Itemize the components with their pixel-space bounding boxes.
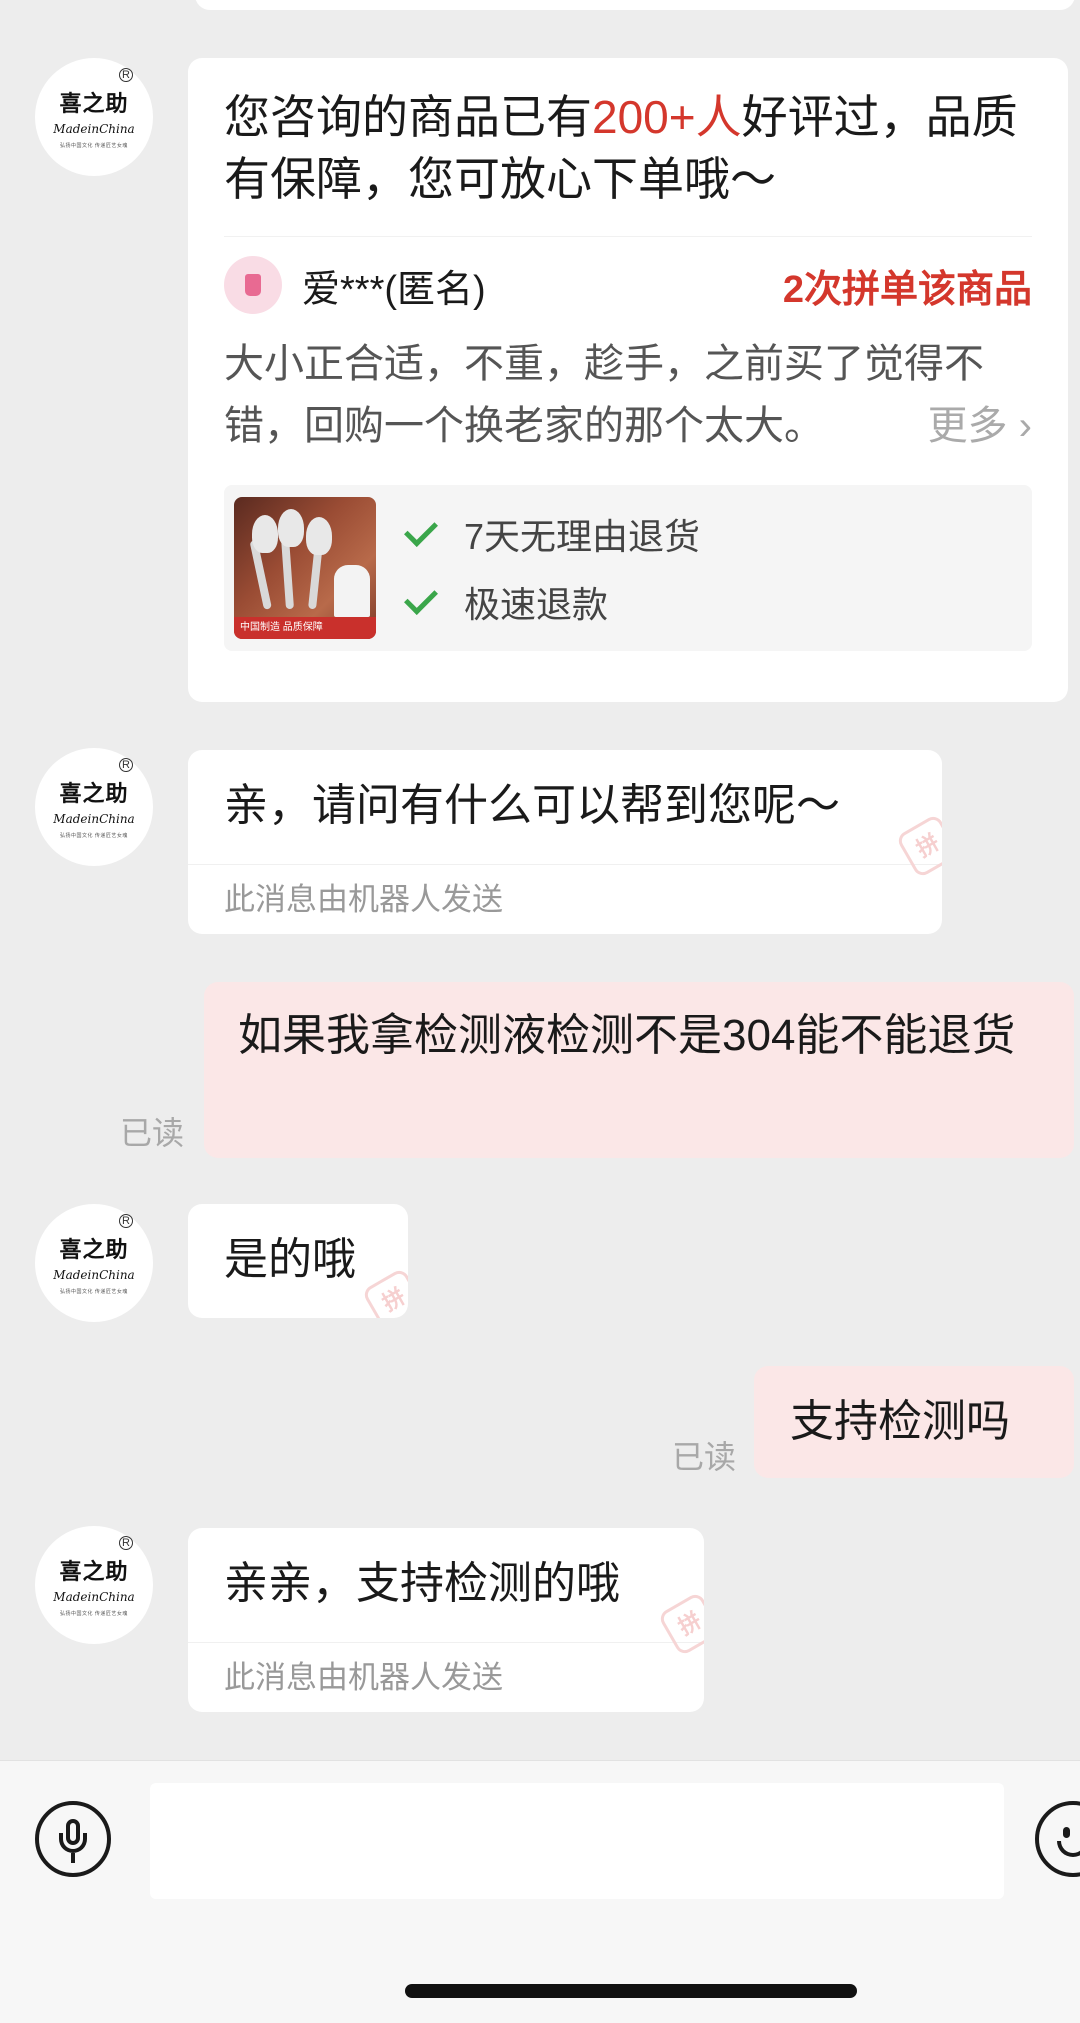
- product-thumbnail[interactable]: 中国制造 品质保障: [234, 497, 376, 639]
- voice-input-button[interactable]: [35, 1801, 111, 1877]
- message-text: 如果我拿检测液检测不是304能不能退货: [238, 1011, 1016, 1060]
- message-text: 亲亲，支持检测的哦: [224, 1559, 620, 1608]
- reviewer-row: 爱***(匿名) 2次拼单该商品: [188, 237, 1068, 333]
- reviewer-avatar: [224, 256, 282, 314]
- shop-avatar[interactable]: R 喜之助 MadeinChina 弘扬中国文化 传递匠艺女魂: [35, 1204, 153, 1322]
- review-text[interactable]: 大小正合适，不重，趁手，之前买了觉得不错，回购一个换老家的那个太大。 更多 ›: [188, 333, 1068, 457]
- read-status: 已读: [120, 1115, 185, 1151]
- microphone-arc: [59, 1833, 87, 1853]
- review-count-highlight: 200+人: [592, 91, 742, 143]
- avatar-tagline: 弘扬中国文化 传递匠艺女魂: [60, 1288, 128, 1295]
- avatar-brand-name: 喜之助: [59, 1558, 129, 1585]
- avatar-brand-name: 喜之助: [59, 90, 129, 117]
- robot-sent-note: 此消息由机器人发送: [188, 864, 942, 934]
- avatar-brand-en: MadeinChina: [53, 1589, 135, 1604]
- guarantee-panel[interactable]: 中国制造 品质保障 7天无理由退货 极速退款: [224, 485, 1032, 651]
- avatar-tagline: 弘扬中国文化 传递匠艺女魂: [60, 832, 128, 839]
- cup-icon: [245, 274, 261, 296]
- guarantee-item: 极速退款: [404, 568, 700, 636]
- guarantee-item: 7天无理由退货: [404, 500, 700, 568]
- message-text: 亲，请问有什么可以帮到您呢～: [224, 781, 840, 830]
- avatar-brand-name: 喜之助: [59, 1236, 129, 1263]
- robot-sent-note: 此消息由机器人发送: [188, 1642, 704, 1712]
- review-card[interactable]: 您咨询的商品已有200+人好评过，品质有保障，您可放心下单哦～ 爱***(匿名)…: [188, 58, 1068, 702]
- message-text: 支持检测吗: [790, 1397, 1010, 1446]
- shop-avatar[interactable]: R 喜之助 MadeinChina 弘扬中国文化 传递匠艺女魂: [35, 748, 153, 866]
- registered-mark: R: [119, 1214, 133, 1228]
- review-card-title: 您咨询的商品已有200+人好评过，品质有保障，您可放心下单哦～: [224, 91, 1018, 205]
- emoji-button[interactable]: [1035, 1801, 1080, 1877]
- message-bubble-shop[interactable]: 亲亲，支持检测的哦 拼 此消息由机器人发送: [188, 1528, 704, 1712]
- read-status: 已读: [672, 1439, 737, 1475]
- message-bubble-shop[interactable]: 亲，请问有什么可以帮到您呢～ 拼 此消息由机器人发送: [188, 750, 942, 934]
- message-bubble-mine[interactable]: 如果我拿检测液检测不是304能不能退货: [204, 982, 1074, 1158]
- shop-avatar[interactable]: R 喜之助 MadeinChina 弘扬中国文化 传递匠艺女魂: [35, 1526, 153, 1644]
- home-indicator: [405, 1984, 857, 1998]
- reviewer-name: 爱***(匿名): [302, 268, 486, 311]
- message-bubble-mine[interactable]: 支持检测吗: [754, 1366, 1074, 1478]
- emoji-mouth: [1057, 1841, 1080, 1857]
- more-link[interactable]: 更多 ›: [857, 395, 1032, 457]
- chat-area[interactable]: R 喜之助 MadeinChina 弘扬中国文化 传递匠艺女魂 您咨询的商品已有…: [0, 0, 1080, 1760]
- spatula-head: [306, 517, 332, 555]
- shop-avatar[interactable]: R 喜之助 MadeinChina 弘扬中国文化 传递匠艺女魂: [35, 58, 153, 176]
- check-icon: [404, 513, 438, 547]
- previous-message-edge: [195, 0, 1075, 10]
- message-input[interactable]: [150, 1783, 1004, 1899]
- product-banner: 中国制造 品质保障: [234, 617, 376, 639]
- registered-mark: R: [119, 758, 133, 772]
- microphone-stem: [71, 1853, 75, 1863]
- input-bar: [0, 1760, 1080, 2023]
- registered-mark: R: [119, 1536, 133, 1550]
- avatar-brand-en: MadeinChina: [53, 1267, 135, 1282]
- avatar-tagline: 弘扬中国文化 传递匠艺女魂: [60, 1610, 128, 1617]
- repeat-buy-badge: 2次拼单该商品: [782, 268, 1032, 311]
- avatar-brand-name: 喜之助: [59, 780, 129, 807]
- message-bubble-shop[interactable]: 是的哦 拼: [188, 1204, 408, 1318]
- emoji-eye: [1063, 1827, 1070, 1838]
- avatar-tagline: 弘扬中国文化 传递匠艺女魂: [60, 142, 128, 149]
- model-figure: [334, 565, 370, 617]
- registered-mark: R: [119, 68, 133, 82]
- avatar-brand-en: MadeinChina: [53, 811, 135, 826]
- check-icon: [404, 581, 438, 615]
- avatar-brand-en: MadeinChina: [53, 121, 135, 136]
- ladle-head: [252, 515, 278, 553]
- strainer-head: [278, 509, 304, 547]
- guarantee-list: 7天无理由退货 极速退款: [404, 500, 700, 636]
